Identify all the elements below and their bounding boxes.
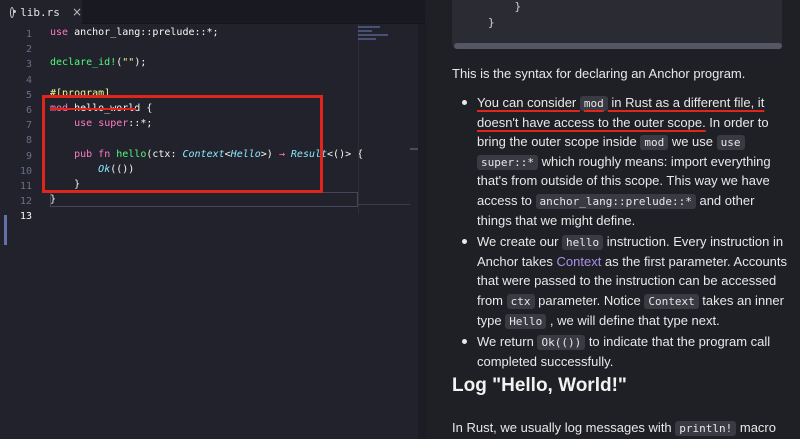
git-change-marker: [4, 215, 7, 245]
bullet-icon: [462, 100, 467, 105]
inline-code: Ok(()): [537, 335, 586, 351]
current-line-highlight: [50, 192, 358, 207]
text-run: You can consider: [477, 95, 580, 110]
list-item-line: type Hello , we will define that type ne…: [477, 311, 795, 331]
line-number: 6: [25, 105, 32, 116]
close-icon[interactable]: ×: [72, 5, 82, 19]
text-run: to indicate that the program call: [585, 334, 771, 350]
list-item-line: We create our hello instruction. Every i…: [477, 232, 795, 252]
inline-code: mod: [640, 135, 669, 151]
tab-label: lib.rs: [20, 5, 60, 19]
code-token: declare_id!: [50, 57, 117, 69]
inline-code: ctx: [506, 293, 535, 309]
minimap[interactable]: [358, 24, 408, 42]
text-run: that's from outside of this scope. This …: [477, 173, 770, 189]
intro-paragraph: This is the syntax for declaring an Anch…: [452, 66, 746, 81]
text-run: macro: [736, 420, 776, 435]
inline-code: mod: [579, 96, 608, 111]
editor-content-end: [358, 204, 410, 205]
section-heading: Log "Hello, World!": [452, 375, 627, 396]
list-item-line: access to anchor_lang::prelude::* and ot…: [477, 191, 795, 211]
text-run: things that we might define.: [477, 212, 636, 228]
code-line[interactable]: use anchor_lang::prelude::*;: [50, 27, 219, 42]
text-run: bring the outer scope inside: [477, 134, 641, 150]
inline-code: use: [716, 135, 745, 151]
text-run: , we will define that type next.: [546, 312, 720, 328]
line-number: 7: [25, 120, 32, 132]
list-item-line: We return Ok(()) to indicate that the pr…: [477, 332, 795, 352]
code-editor[interactable]: lib.rs × 1 2 3 4 5 6 7 8 9 10 11 12 13 use anchor_la…: [0, 0, 426, 439]
text-run: We create our: [477, 234, 563, 250]
line-number: 2: [25, 44, 32, 56]
inline-code: Context: [644, 293, 699, 309]
text-run: Anchor takes: [477, 253, 557, 269]
body-paragraph: In Rust, we usually log messages with pr…: [452, 420, 776, 436]
text-run: takes an inner: [698, 292, 784, 308]
line-number: 8: [25, 135, 32, 147]
line-number: 4: [25, 74, 32, 86]
link[interactable]: Context: [557, 254, 602, 269]
text-run: We return: [477, 334, 538, 350]
list-item-line: super::* which roughly means: import eve…: [477, 152, 795, 172]
code-block-line: }: [488, 0, 522, 13]
line-number: 10: [19, 165, 32, 177]
list-item-line: things that we might define.: [477, 211, 795, 231]
code-block: } }: [452, 0, 782, 48]
line-number: 12: [19, 196, 32, 208]
rust-icon: [10, 6, 17, 18]
text-run: instruction. Every instruction in: [603, 234, 784, 250]
list-item-line: completed successfully.: [477, 352, 795, 372]
code-line[interactable]: }: [50, 194, 56, 209]
inline-code: println!: [675, 421, 737, 436]
code-token: }: [50, 194, 57, 206]
line-number: 3: [25, 59, 32, 71]
text-run: completed successfully.: [477, 353, 614, 369]
line-number: 1: [25, 29, 32, 40]
text-run: type: [477, 312, 506, 328]
text-run: which roughly means: import everything: [537, 153, 771, 169]
line-number: 9: [25, 150, 32, 162]
code-token: );: [134, 57, 147, 69]
text-run: parameter. Notice: [534, 292, 645, 308]
vertical-scrollbar[interactable]: [418, 24, 426, 439]
code-block-line: }: [488, 16, 495, 29]
text-run: and other: [695, 193, 755, 208]
text-run: we use: [668, 134, 717, 150]
minimap-divider: [358, 24, 359, 214]
list-item-line: bring the outer scope inside mod we use …: [477, 132, 795, 152]
bullet-icon: [462, 339, 467, 345]
documentation-pane[interactable]: } } This is the syntax for declaring an …: [426, 0, 800, 439]
inline-code: anchor_lang::prelude::*: [535, 194, 696, 209]
text-run: In order to: [705, 114, 769, 130]
list-item-line: You can consider mod in Rust as a differ…: [477, 93, 795, 113]
line-number: 5: [25, 89, 32, 101]
list-item-line: doesn't have access to the outer scope. …: [477, 113, 795, 133]
inline-code: super::*: [477, 154, 538, 170]
text-run: as the first parameter. Accounts: [601, 253, 788, 269]
inline-code: hello: [562, 235, 604, 251]
editor-tab-bar: lib.rs ×: [0, 0, 425, 24]
text-run: from: [477, 292, 507, 308]
code-token: use: [50, 27, 69, 38]
code-block-scrollbar[interactable]: [454, 43, 782, 49]
text-run: that were passed to the instruction can …: [477, 273, 777, 289]
text-run: In Rust, we usually log messages with: [452, 420, 676, 435]
code-token: anchor_lang::prelude::*;: [68, 27, 219, 38]
text-run: access to: [477, 193, 536, 208]
code-token: "": [122, 57, 135, 69]
code-line[interactable]: declare_id!("");: [50, 57, 146, 72]
inline-code: Hello: [505, 313, 547, 329]
annotation-underline: [50, 108, 136, 110]
list-item-line: Anchor takes Context as the first parame…: [477, 252, 795, 272]
list-item-line: that were passed to the instruction can …: [477, 271, 795, 291]
tab-lib-rs[interactable]: lib.rs ×: [0, 0, 82, 24]
list-item-line: that's from outside of this scope. This …: [477, 171, 795, 191]
text-run: doesn't have access to the outer scope.: [477, 114, 706, 130]
text-run: in Rust as a different file, it: [607, 95, 765, 110]
list-item-line: from ctx parameter. Notice Context takes…: [477, 291, 795, 311]
line-number: 11: [19, 181, 32, 192]
bullet-icon: [462, 239, 467, 245]
